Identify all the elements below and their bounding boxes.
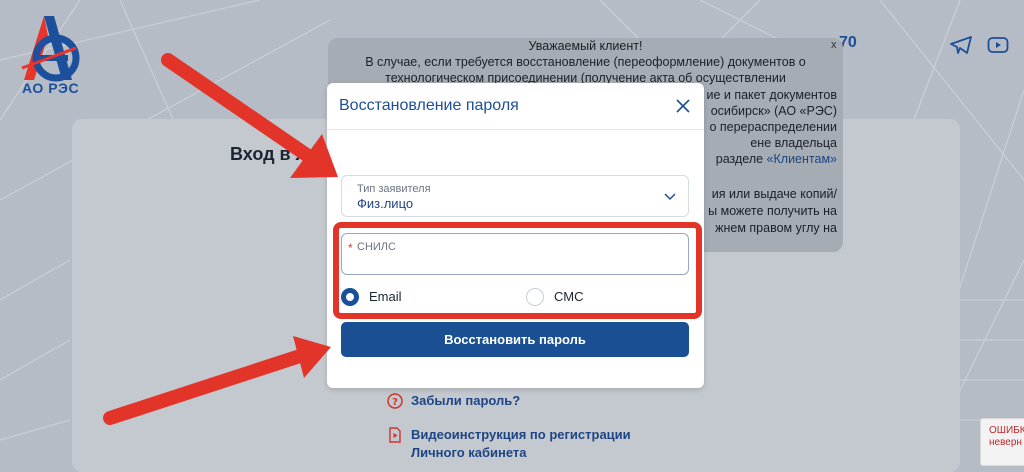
annotation-highlight-box bbox=[333, 222, 702, 319]
telegram-icon[interactable] bbox=[950, 36, 972, 54]
notice-right-line-1: ие и пакет документов bbox=[706, 88, 837, 102]
applicant-type-label: Тип заявителя bbox=[357, 183, 431, 195]
login-title: Вход в л bbox=[230, 144, 308, 164]
video-instruction-link[interactable]: Видеоинструкция по регистрации Личного к… bbox=[387, 426, 631, 462]
notice-right-line-2: осибирск» (АО «РЭС) bbox=[710, 104, 837, 118]
forgot-password-link[interactable]: ? Забыли пароль? bbox=[387, 392, 520, 410]
recaptcha-widget: ОШИБК неверн bbox=[980, 418, 1024, 466]
notice-line1: В случае, если требуется восстановление … bbox=[365, 55, 806, 69]
question-icon: ? bbox=[387, 393, 403, 409]
modal-title: Восстановление пароля bbox=[339, 97, 519, 114]
notice-right-line-4: ене владельца bbox=[750, 136, 837, 150]
notice-right-line-6: ия или выдаче копий/ bbox=[711, 187, 837, 201]
youtube-icon[interactable] bbox=[987, 36, 1009, 54]
notice-heading: Уважаемый клиент! bbox=[528, 39, 643, 53]
video-instruction-line2: Личного кабинета bbox=[411, 445, 527, 460]
notice-right-line-3: о перераспределении bbox=[709, 120, 837, 134]
notice-right-line-5: разделе «Клиентам» bbox=[716, 151, 837, 167]
notice-right-line-5-text: разделе bbox=[715, 152, 767, 166]
notice-right-line-7: ы можете получить на bbox=[708, 204, 837, 218]
applicant-type-value: Физ.лицо bbox=[357, 196, 414, 211]
notice-close-icon[interactable]: x bbox=[831, 39, 837, 51]
video-instruction-line1: Видеоинструкция по регистрации bbox=[411, 427, 631, 442]
recaptcha-line1: ОШИБК bbox=[989, 425, 1024, 436]
video-doc-icon bbox=[389, 427, 401, 443]
restore-password-button[interactable]: Восстановить пароль bbox=[341, 322, 689, 357]
svg-text:?: ? bbox=[392, 397, 398, 408]
forgot-password-label: Забыли пароль? bbox=[411, 393, 521, 408]
applicant-type-select[interactable]: Тип заявителя Физ.лицо bbox=[341, 175, 689, 217]
chevron-down-icon bbox=[664, 193, 676, 201]
close-icon[interactable] bbox=[676, 99, 690, 113]
recaptcha-line2: неверн bbox=[989, 437, 1022, 448]
logo-text: АО РЭС bbox=[22, 80, 80, 96]
modal-divider bbox=[327, 129, 704, 130]
notice-right-line-8: жнем правом углу на bbox=[715, 221, 837, 235]
clients-link[interactable]: «Клиентам» bbox=[767, 152, 837, 166]
